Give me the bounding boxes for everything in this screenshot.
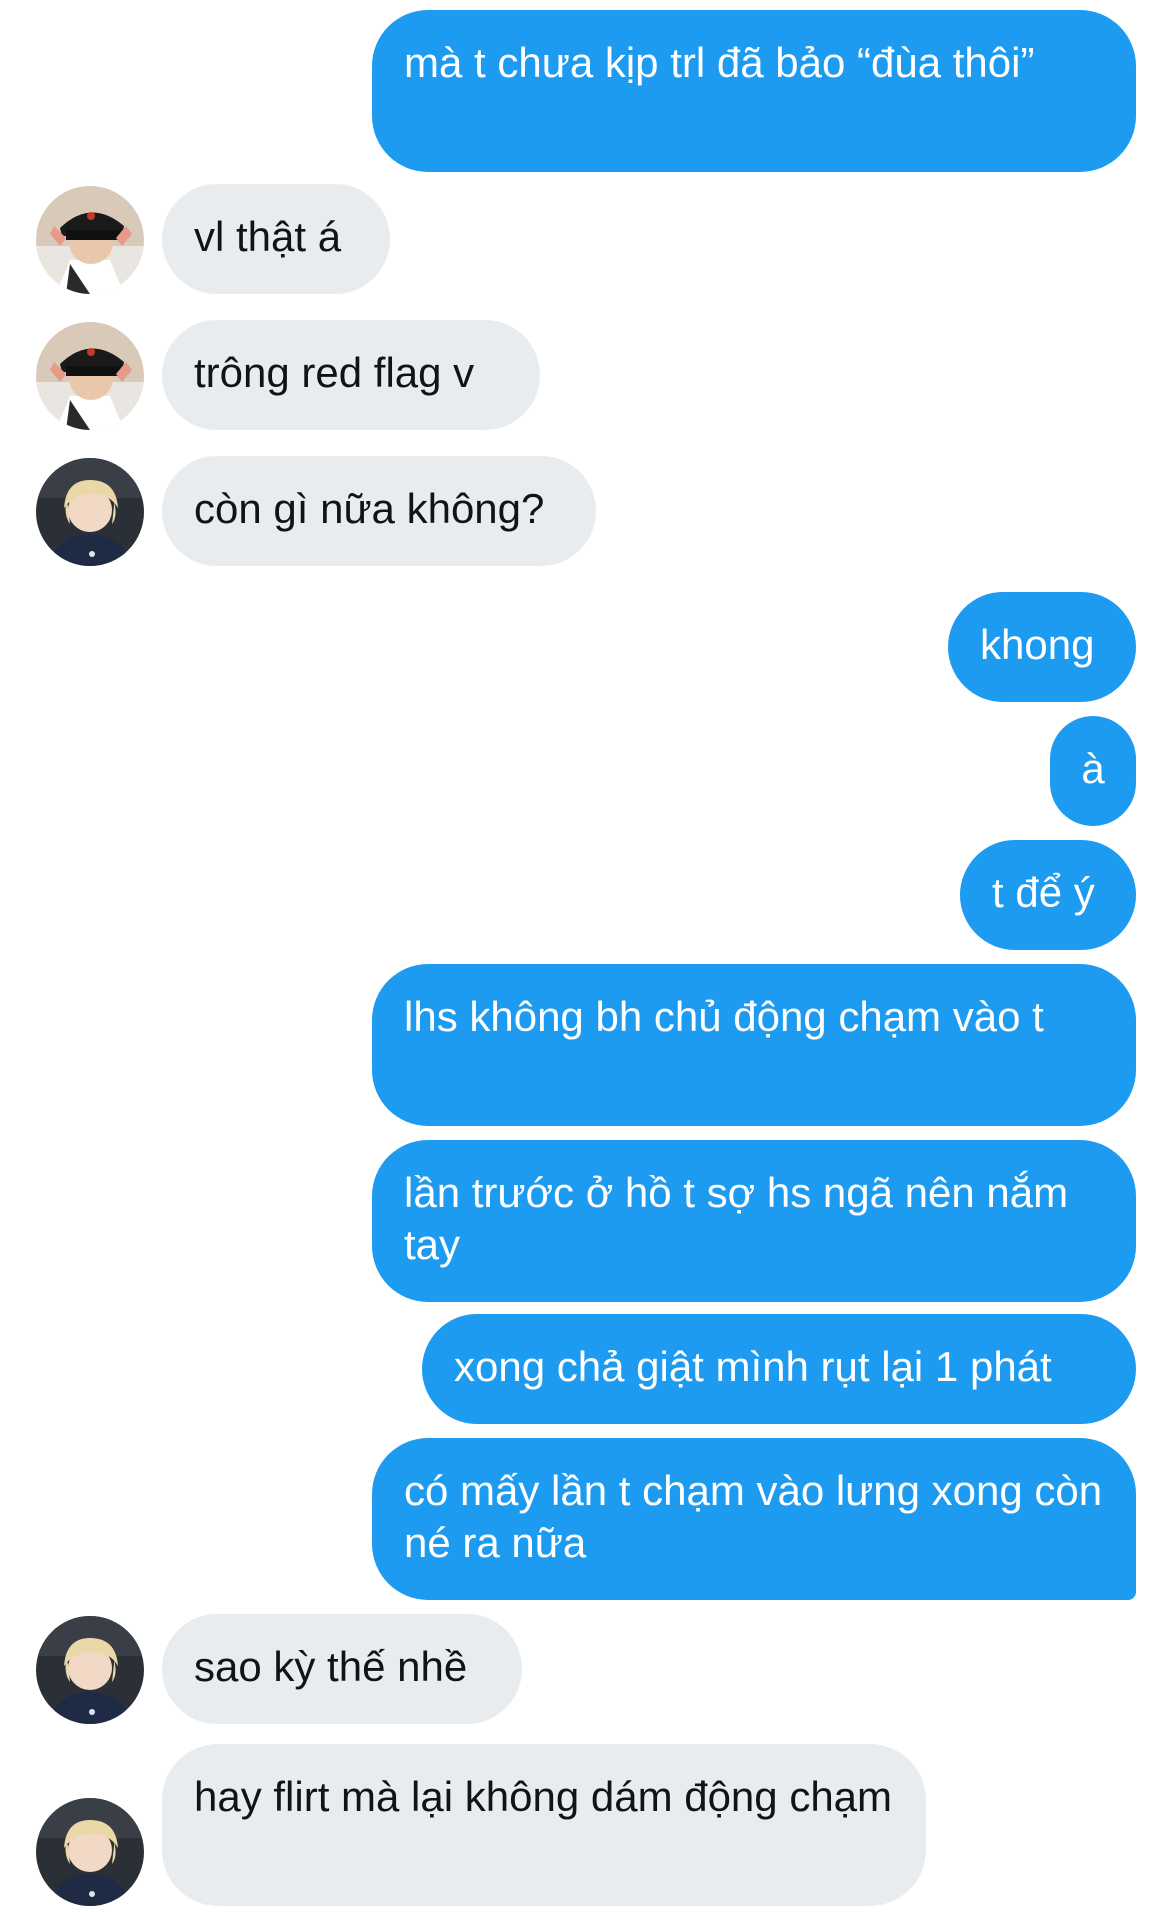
avatar-blond-hair-icon <box>36 1798 144 1906</box>
avatar[interactable] <box>36 186 144 294</box>
incoming-message[interactable]: vl thật á <box>162 184 390 294</box>
outgoing-message[interactable]: lhs không bh chủ động chạm vào t <box>372 964 1136 1126</box>
avatar-black-cap-icon <box>36 322 144 430</box>
avatar[interactable] <box>36 1798 144 1906</box>
avatar-blond-hair-icon <box>36 1616 144 1724</box>
outgoing-message[interactable]: có mấy lần t chạm vào lưng xong còn né r… <box>372 1438 1136 1600</box>
avatar[interactable] <box>36 458 144 566</box>
outgoing-message[interactable]: khong <box>948 592 1136 702</box>
avatar-blond-hair-icon <box>36 458 144 566</box>
outgoing-message[interactable]: lần trước ở hồ t sợ hs ngã nên nắm tay <box>372 1140 1136 1302</box>
incoming-message[interactable]: còn gì nữa không? <box>162 456 596 566</box>
outgoing-message[interactable]: à <box>1050 716 1136 826</box>
incoming-message[interactable]: hay flirt mà lại không dám động chạm <box>162 1744 926 1906</box>
outgoing-message[interactable]: xong chả giật mình rụt lại 1 phát <box>422 1314 1136 1424</box>
outgoing-message[interactable]: mà t chưa kịp trl đã bảo “đùa thôi” <box>372 10 1136 172</box>
avatar[interactable] <box>36 322 144 430</box>
avatar-black-cap-icon <box>36 186 144 294</box>
outgoing-message[interactable]: t để ý <box>960 840 1136 950</box>
incoming-message[interactable]: trông red flag v <box>162 320 540 430</box>
avatar[interactable] <box>36 1616 144 1724</box>
incoming-message[interactable]: sao kỳ thế nhề <box>162 1614 522 1724</box>
